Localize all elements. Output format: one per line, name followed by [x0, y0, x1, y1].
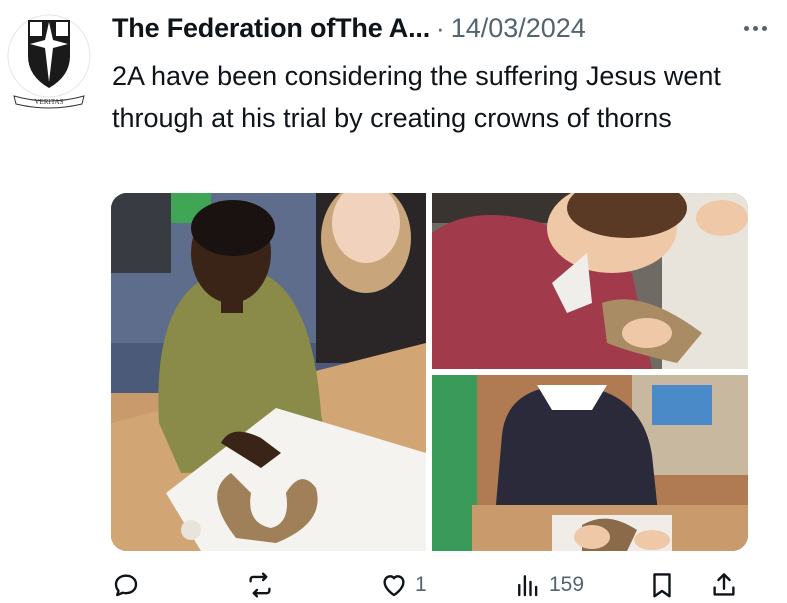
views-icon: [518, 575, 538, 597]
reply-button[interactable]: [111, 566, 141, 603]
avatar[interactable]: VERITAS: [6, 10, 92, 110]
views-count: 159: [549, 573, 585, 596]
like-button[interactable]: 1: [379, 566, 427, 603]
photo-boy-making-crown[interactable]: [111, 193, 426, 551]
tweet-text: 2A have been considering the suffering J…: [112, 61, 721, 133]
like-count: 1: [415, 573, 427, 596]
photo-girl-weaving-crown[interactable]: [432, 375, 748, 551]
avatar-motto: VERITAS: [35, 98, 64, 106]
photo-boy-cutting-paper[interactable]: [432, 193, 748, 369]
retweet-icon: [249, 572, 271, 598]
reply-icon: [114, 574, 138, 597]
bookmark-button[interactable]: [647, 566, 677, 603]
header-separator: ·: [436, 12, 445, 43]
views-button[interactable]: 159: [513, 566, 584, 603]
media-grid: [111, 193, 748, 551]
heart-icon: [383, 575, 405, 597]
author-name[interactable]: The Federation ofThe A...: [112, 13, 430, 44]
retweet-button[interactable]: [245, 566, 275, 603]
bookmark-icon: [653, 573, 671, 598]
share-button[interactable]: [709, 566, 739, 603]
more-options-icon[interactable]: [737, 16, 773, 40]
tweet-header: The Federation ofThe A... · 14/03/2024: [112, 10, 773, 46]
action-bar: 1 159: [111, 566, 751, 603]
share-icon: [713, 573, 735, 596]
tweet-date[interactable]: 14/03/2024: [451, 13, 586, 44]
